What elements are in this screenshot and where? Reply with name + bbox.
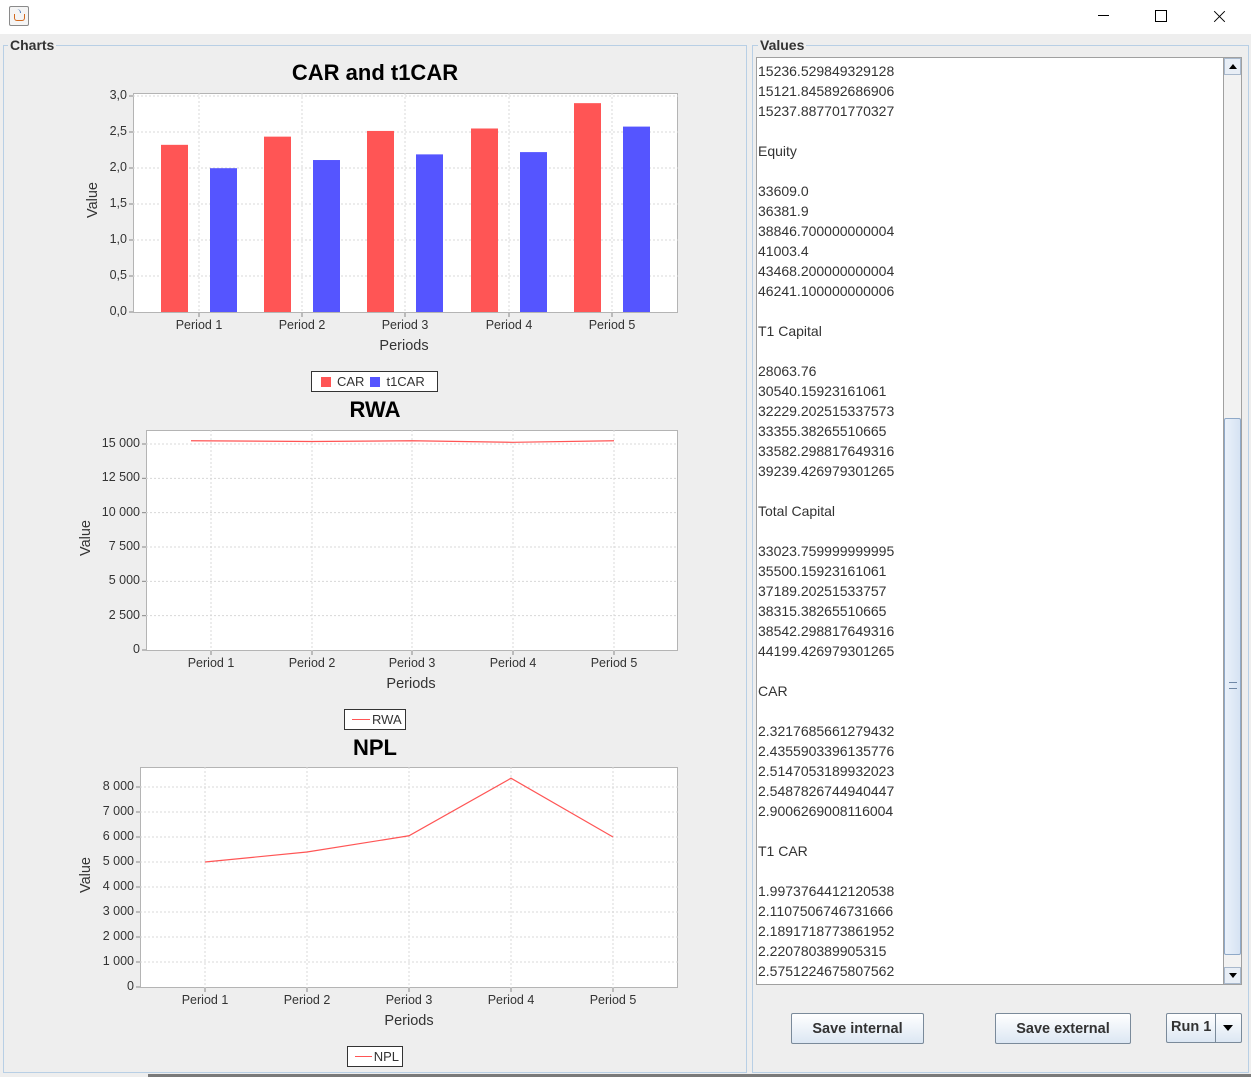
y-tick-label: 2 500 (108, 607, 140, 622)
x-tick-label: Period 4 (489, 656, 537, 670)
bar-t1car (623, 126, 650, 312)
legend-label-car: CAR (337, 374, 365, 389)
y-tick-label: 2,5 (109, 124, 127, 138)
save-internal-button[interactable]: Save internal (791, 1013, 924, 1044)
x-tick-label: Period 2 (278, 318, 326, 332)
legend-line-rwa (352, 719, 370, 720)
x-tick-label: Period 3 (385, 993, 433, 1007)
bar-t1car (520, 152, 547, 312)
x-tick-label: Period 1 (181, 993, 229, 1007)
legend-npl: NPL (347, 1046, 403, 1067)
y-tick-label: 2,0 (109, 160, 127, 174)
x-axis-label-rwa: Periods (386, 676, 436, 692)
values-text: 15236.529849329128 15121.845892686906 15… (758, 63, 895, 979)
scroll-down-icon[interactable] (1224, 967, 1241, 984)
y-tick-label: 2 000 (102, 929, 134, 943)
bar-t1car (313, 160, 340, 312)
x-tick-label: Period 4 (485, 318, 533, 332)
run-select[interactable]: Run 1 (1166, 1013, 1242, 1043)
line-chart-rwa (142, 430, 678, 655)
maximize-button[interactable] (1132, 0, 1190, 34)
x-axis-label-car: Periods (379, 338, 429, 354)
run-select-value: Run 1 (1171, 1019, 1212, 1035)
scroll-up-icon[interactable] (1224, 58, 1241, 75)
x-tick-label: Period 5 (588, 318, 636, 332)
title-bar (0, 0, 1251, 34)
close-button[interactable] (1190, 0, 1248, 34)
chart-title-car: CAR and t1CAR (291, 60, 459, 85)
scrollbar-thumb[interactable] (1224, 418, 1241, 955)
y-tick-label: 1,0 (109, 232, 127, 246)
y-axis-label-npl: Value (78, 857, 94, 894)
y-tick-label: 3,0 (109, 88, 127, 102)
minimize-button[interactable] (1074, 0, 1132, 34)
legend-label-rwa: RWA (372, 712, 402, 727)
y-tick-label: 15 000 (101, 436, 140, 450)
save-external-button[interactable]: Save external (995, 1013, 1131, 1044)
chevron-down-icon[interactable] (1215, 1014, 1241, 1042)
x-tick-label: Period 2 (283, 993, 331, 1007)
y-tick-label: 3 000 (102, 904, 134, 918)
y-tick-label: 7 000 (102, 804, 134, 818)
legend-label-npl: NPL (373, 1049, 399, 1064)
legend-line-npl (355, 1056, 372, 1057)
chart-title-rwa: RWA (349, 397, 401, 422)
java-app-icon (9, 6, 29, 26)
x-tick-label: Period 5 (589, 993, 637, 1007)
bar-car (264, 136, 291, 312)
x-axis-label-npl: Periods (384, 1013, 434, 1029)
values-panel-title: Values (758, 37, 807, 53)
bar-car (367, 130, 394, 312)
legend-label-t1car: t1CAR (386, 374, 425, 389)
y-tick-label: 0 (133, 642, 140, 656)
bar-car (161, 144, 188, 312)
bar-chart-car (129, 93, 678, 317)
y-tick-label: 8 000 (102, 779, 134, 793)
x-tick-label: Period 3 (388, 656, 436, 670)
y-tick-label: 1 000 (102, 954, 134, 968)
y-tick-label: 5 000 (108, 573, 140, 588)
legend-swatch-car (321, 376, 331, 387)
y-tick-label: 0,5 (109, 268, 127, 282)
x-tick-label: Period 3 (381, 318, 429, 332)
y-tick-label: 6 000 (102, 829, 134, 843)
y-tick-label: 0,0 (109, 304, 127, 318)
bar-car (574, 103, 601, 312)
chart-title-npl: NPL (353, 735, 397, 760)
y-tick-label: 12 500 (101, 470, 140, 485)
legend-swatch-t1car (370, 376, 381, 387)
grip-icon (1229, 682, 1237, 689)
x-tick-label: Period 1 (187, 656, 235, 670)
x-tick-label: Period 4 (487, 993, 535, 1007)
y-tick-label: 0 (127, 979, 134, 993)
bar-t1car (210, 168, 237, 312)
legend-rwa: RWA (344, 709, 406, 730)
series-line-rwa (190, 440, 615, 443)
legend-car: CAR t1CAR (311, 371, 438, 392)
x-tick-label: Period 5 (590, 656, 638, 670)
y-axis-label-car: Value (85, 182, 101, 219)
charts-panel-title: Charts (8, 37, 57, 53)
y-axis-label-rwa: Value (78, 520, 94, 557)
bar-t1car (416, 154, 443, 312)
values-scrollbar[interactable] (1223, 57, 1242, 985)
x-tick-label: Period 1 (175, 318, 223, 332)
values-textarea[interactable]: 15236.529849329128 15121.845892686906 15… (756, 57, 1224, 985)
x-tick-label: Period 2 (288, 656, 336, 670)
bar-car (471, 128, 498, 312)
line-chart-npl (136, 767, 678, 992)
